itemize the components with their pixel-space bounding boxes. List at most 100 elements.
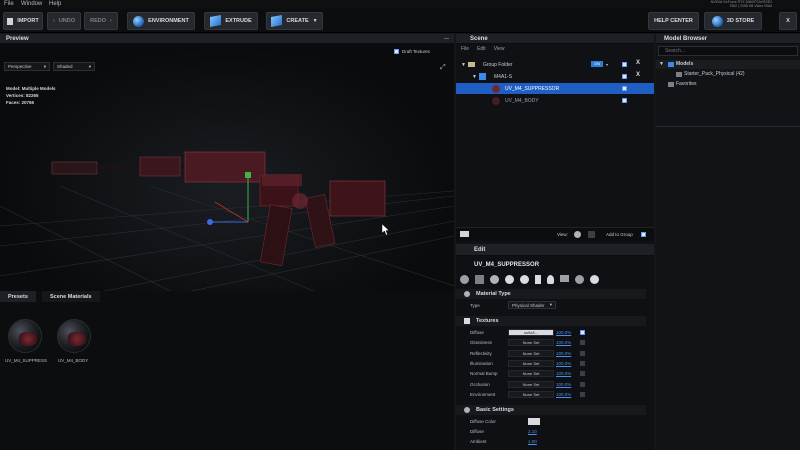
tree-item-body[interactable]: UV_M4_BODY bbox=[456, 95, 654, 106]
ambient-value[interactable]: 1.00 bbox=[528, 439, 537, 444]
texture-enable-checkbox[interactable] bbox=[580, 391, 585, 397]
preview-panel: Preview — Draft Textures Perspective ▾ Sh… bbox=[0, 34, 454, 322]
chevron-down-icon[interactable]: ▾ bbox=[606, 62, 608, 67]
texture-enable-checkbox[interactable] bbox=[580, 371, 585, 377]
add-to-group-checkbox[interactable] bbox=[641, 232, 646, 237]
help-center-button[interactable]: HELP CENTER bbox=[648, 12, 699, 30]
grid-view-icon[interactable] bbox=[588, 231, 595, 238]
texture-slot[interactable]: None Set bbox=[508, 390, 554, 398]
texture-enable-checkbox[interactable] bbox=[580, 360, 585, 366]
delete-icon[interactable]: X bbox=[636, 72, 640, 78]
texture-strength[interactable]: 100.0% bbox=[556, 382, 571, 387]
light-bulb-icon[interactable] bbox=[547, 275, 554, 284]
browser-item-favorites[interactable]: Favorites bbox=[656, 80, 800, 89]
redo-button[interactable]: REDO › bbox=[84, 12, 118, 30]
model-search-input[interactable] bbox=[658, 46, 798, 56]
tab-presets[interactable]: Presets bbox=[0, 291, 36, 302]
material-thumb-body[interactable] bbox=[57, 319, 91, 353]
import-label: IMPORT bbox=[17, 18, 39, 24]
visible-checkbox[interactable] bbox=[622, 98, 627, 103]
smile-icon[interactable] bbox=[505, 275, 514, 284]
add-folder-icon[interactable] bbox=[460, 231, 469, 237]
tag-icon[interactable] bbox=[575, 275, 584, 284]
texture-strength[interactable]: 100.0% bbox=[556, 392, 571, 397]
delete-icon[interactable]: X bbox=[636, 60, 640, 66]
texture-enable-checkbox[interactable] bbox=[580, 330, 585, 335]
scene-menu-view[interactable]: View bbox=[494, 46, 505, 52]
menu-help[interactable]: Help bbox=[49, 1, 61, 7]
scene-menu-edit[interactable]: Edit bbox=[477, 46, 486, 52]
3d-viewport[interactable]: Draft Textures Perspective ▾ Shaded ▾ Mode… bbox=[0, 46, 454, 306]
image-icon[interactable] bbox=[475, 275, 484, 284]
texture-icon bbox=[464, 318, 470, 324]
expand-arrow-icon[interactable]: ▼ bbox=[659, 61, 664, 67]
browser-item-starter-pack[interactable]: Starter_Pack_Physical (42) bbox=[656, 70, 800, 79]
material-thumb-suppressor[interactable] bbox=[8, 319, 42, 353]
basic-settings-section[interactable]: Basic Settings bbox=[456, 405, 646, 415]
undo-label: UNDO bbox=[58, 18, 76, 24]
undo-icon: ‹ bbox=[52, 18, 55, 24]
texture-label: Environment bbox=[470, 391, 496, 397]
sphere-view-icon[interactable] bbox=[574, 231, 581, 238]
texture-strength[interactable]: 100.0% bbox=[556, 340, 571, 345]
shader-icon[interactable] bbox=[490, 275, 499, 284]
texture-enable-checkbox[interactable] bbox=[580, 350, 585, 356]
glass-icon[interactable] bbox=[535, 275, 541, 284]
visible-checkbox[interactable] bbox=[622, 74, 627, 79]
preview-header: Preview — bbox=[0, 34, 454, 44]
texture-slot[interactable]: ss9a3... bbox=[508, 329, 554, 336]
extrude-button[interactable]: EXTRUDE bbox=[204, 12, 258, 30]
gear-icon[interactable] bbox=[590, 275, 599, 284]
texture-slot[interactable]: None Set bbox=[508, 380, 554, 388]
texture-row: Environment None Set 100.0% bbox=[456, 390, 646, 400]
material-sphere-icon[interactable] bbox=[460, 275, 469, 284]
scene-menu-file[interactable]: File bbox=[461, 46, 469, 52]
menu-window[interactable]: Window bbox=[21, 1, 42, 7]
gpu-memory: 7962 | 2398 KB Video RAM bbox=[729, 4, 772, 8]
collapse-icon[interactable]: — bbox=[444, 36, 449, 42]
basic-settings-heading: Basic Settings bbox=[476, 407, 514, 413]
texture-strength[interactable]: 100.0% bbox=[556, 351, 571, 356]
tree-label: UV_M4_BODY bbox=[505, 97, 539, 104]
film-icon[interactable] bbox=[560, 275, 569, 282]
diffuse-color-swatch[interactable] bbox=[528, 418, 540, 425]
textures-section[interactable]: Textures bbox=[456, 316, 646, 326]
3d-store-button[interactable]: 3D STORE bbox=[704, 12, 762, 30]
expand-arrow-icon[interactable]: ▼ bbox=[461, 62, 466, 68]
texture-enable-checkbox[interactable] bbox=[580, 340, 585, 346]
ambient-value-row: Ambient 1.00 bbox=[456, 437, 646, 447]
texture-slot[interactable]: None Set bbox=[508, 359, 554, 367]
gpu-info: NVIDIA GeForce RTX 3060/PCIe/SSE2 7962 |… bbox=[711, 0, 772, 8]
eye-icon[interactable] bbox=[520, 275, 529, 284]
material-label-suppressor: UV_M4_SUPPRESS bbox=[5, 358, 48, 363]
tree-label: M4A1-S bbox=[494, 73, 513, 80]
texture-enable-checkbox[interactable] bbox=[580, 381, 585, 387]
material-type-dropdown[interactable]: Physical Shader ▾ bbox=[508, 301, 556, 309]
visibility-badge[interactable]: ON bbox=[591, 61, 603, 67]
create-button[interactable]: CREATE ▼ bbox=[266, 12, 323, 30]
undo-button[interactable]: ‹ UNDO bbox=[47, 12, 81, 30]
visible-checkbox[interactable] bbox=[622, 86, 627, 91]
close-app-button[interactable]: X bbox=[779, 12, 797, 30]
diffuse-value[interactable]: 2.10 bbox=[528, 429, 537, 434]
material-type-section[interactable]: Material Type bbox=[456, 289, 646, 299]
texture-strength[interactable]: 100.0% bbox=[556, 371, 571, 376]
tree-item-group-folder[interactable]: ▼ Group Folder ON ▾ X bbox=[456, 59, 654, 70]
texture-slot[interactable]: None Set bbox=[508, 349, 554, 357]
texture-label: Illumination bbox=[470, 360, 493, 366]
tree-label: UV_M4_SUPPRESSOR bbox=[505, 85, 560, 92]
tab-scene-materials[interactable]: Scene Materials bbox=[42, 291, 100, 302]
cube-icon bbox=[271, 15, 283, 27]
texture-strength[interactable]: 100.0% bbox=[556, 361, 571, 366]
texture-slot[interactable]: None Set bbox=[508, 339, 554, 347]
expand-arrow-icon[interactable]: ▼ bbox=[472, 74, 477, 80]
visible-checkbox[interactable] bbox=[622, 62, 627, 67]
texture-slot[interactable]: None Set bbox=[508, 370, 554, 378]
environment-button[interactable]: ENVIRONMENT bbox=[127, 12, 195, 30]
tree-item-m4a1s[interactable]: ▼ M4A1-S X bbox=[456, 71, 654, 82]
browser-item-models[interactable]: ▼ Models bbox=[656, 60, 800, 69]
tree-item-suppressor[interactable]: UV_M4_SUPPRESSOR bbox=[456, 83, 654, 94]
texture-strength[interactable]: 100.0% bbox=[556, 330, 571, 335]
import-button[interactable]: IMPORT bbox=[3, 12, 43, 30]
menu-file[interactable]: File bbox=[4, 1, 14, 7]
